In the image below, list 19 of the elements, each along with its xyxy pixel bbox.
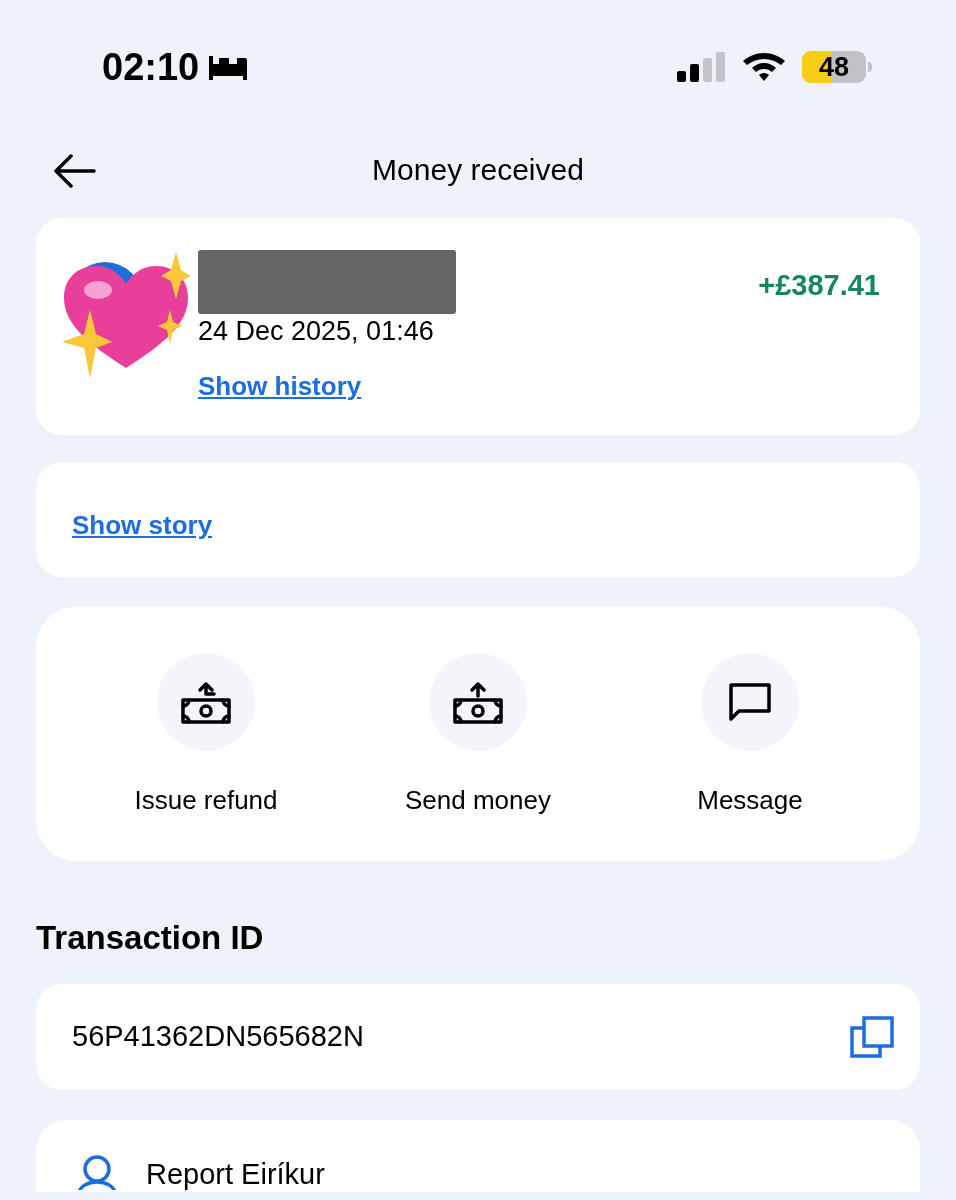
amount-received: +£387.41 bbox=[758, 268, 880, 303]
cash-send-icon bbox=[452, 680, 504, 724]
payment-date: 24 Dec 2025, 01:46 bbox=[198, 318, 435, 345]
action-button[interactable]: Send money bbox=[342, 653, 614, 861]
action-button[interactable]: Message bbox=[614, 653, 886, 861]
copy-button[interactable] bbox=[850, 1016, 894, 1058]
action-button[interactable]: Issue refund bbox=[70, 653, 342, 861]
show-story-link[interactable]: Show story bbox=[72, 506, 213, 545]
wifi-icon bbox=[742, 51, 786, 83]
show-history-link[interactable]: Show history bbox=[198, 367, 456, 406]
cash-refund-icon bbox=[180, 680, 232, 724]
report-link[interactable]: Report Eiríkur bbox=[146, 1160, 325, 1190]
status-time: 02:10 bbox=[102, 48, 200, 86]
page-title: Money received bbox=[372, 151, 584, 188]
person-icon bbox=[76, 1154, 118, 1190]
section-heading: Transaction ID bbox=[36, 921, 265, 954]
signal-icon bbox=[676, 51, 726, 83]
message-icon bbox=[728, 682, 772, 722]
transaction-id: 56P41362DN565682N bbox=[72, 1019, 364, 1055]
